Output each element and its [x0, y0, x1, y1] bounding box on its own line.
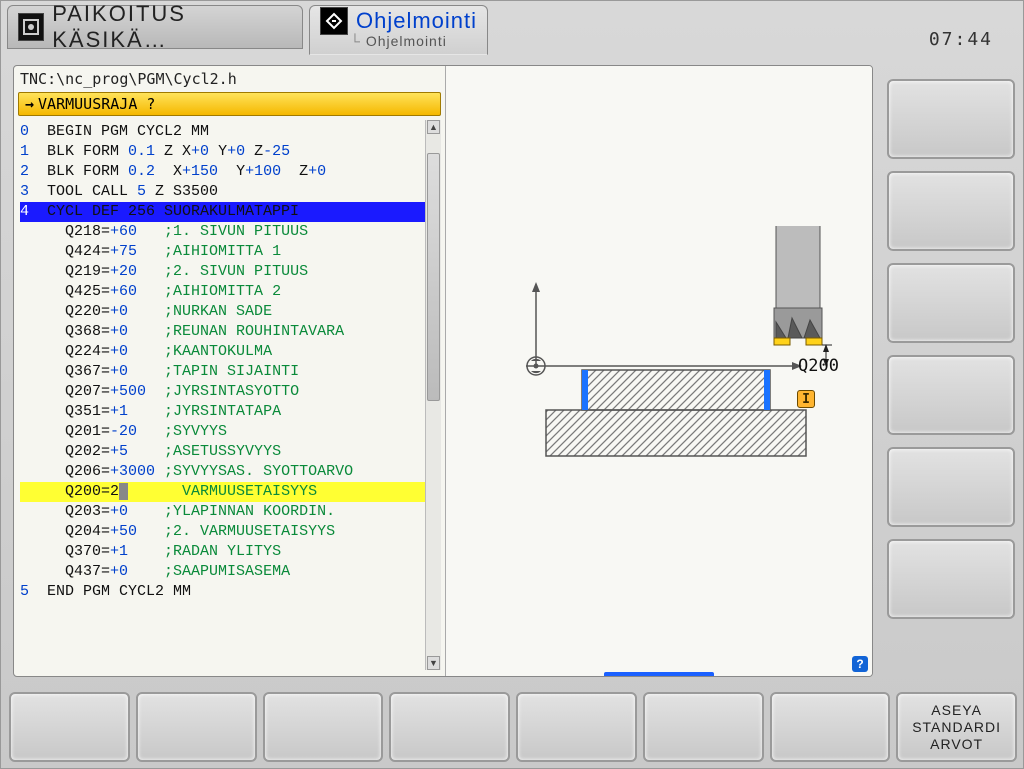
programming-mode-icon — [320, 7, 348, 35]
code-line[interactable]: Q202=+5 ;ASETUSSYVYYS — [20, 442, 439, 462]
cycle-diagram — [476, 226, 856, 526]
code-line[interactable]: Q206=+3000 ;SYVYYSAS. SYOTTOARVO — [20, 462, 439, 482]
code-line[interactable]: Q370=+1 ;RADAN YLITYS — [20, 542, 439, 562]
code-line[interactable]: Q200=2 VARMUUSETAISYYS — [20, 482, 439, 502]
header: PAIKOITUS KÄSIKÄ… Ohjelmointi Ohjelmoint… — [1, 1, 1023, 63]
code-line[interactable]: Q220=+0 ;NURKAN SADE — [20, 302, 439, 322]
side-softkey[interactable] — [887, 79, 1015, 159]
mode-tab-programming[interactable]: Ohjelmointi Ohjelmointi — [309, 5, 488, 55]
side-softkey[interactable] — [887, 539, 1015, 619]
code-line[interactable]: Q437=+0 ;SAAPUMISASEMA — [20, 562, 439, 582]
app-window: PAIKOITUS KÄSIKÄ… Ohjelmointi Ohjelmoint… — [0, 0, 1024, 769]
code-listing[interactable]: 0 BEGIN PGM CYCL2 MM1 BLK FORM 0.1 Z X+0… — [18, 120, 441, 604]
dimension-label: Q200 — [798, 356, 839, 376]
code-line[interactable]: 2 BLK FORM 0.2 X+150 Y+100 Z+0 — [20, 162, 439, 182]
mode-right-title: Ohjelmointi — [356, 8, 477, 34]
bottom-softkey[interactable] — [9, 692, 130, 762]
prompt-arrow-icon: → — [25, 95, 34, 113]
code-line[interactable]: Q351=+1 ;JYRSINTATAPA — [20, 402, 439, 422]
manual-mode-icon — [18, 13, 44, 41]
code-line[interactable]: 4 CYCL DEF 256 SUORAKULMATAPPI — [20, 202, 426, 222]
code-line[interactable]: Q425=+60 ;AIHIOMITTA 2 — [20, 282, 439, 302]
code-line[interactable]: Q201=-20 ;SYVYYS — [20, 422, 439, 442]
progress-indicator — [604, 672, 714, 677]
clock: 07:44 — [929, 29, 993, 50]
mode-left-label: PAIKOITUS KÄSIKÄ… — [52, 1, 292, 53]
bottom-softkeys: ASEYASTANDARDIARVOT — [9, 692, 1017, 762]
help-icon[interactable]: ? — [852, 656, 868, 672]
bottom-softkey[interactable] — [770, 692, 891, 762]
bottom-softkey[interactable]: ASEYASTANDARDIARVOT — [896, 692, 1017, 762]
bottom-softkey[interactable] — [136, 692, 257, 762]
info-badge[interactable]: I — [797, 390, 815, 408]
code-line[interactable]: 1 BLK FORM 0.1 Z X+0 Y+0 Z-25 — [20, 142, 439, 162]
editor-pane: TNC:\nc_prog\PGM\Cycl2.h → VARMUUSRAJA ?… — [14, 66, 446, 676]
code-line[interactable]: Q368=+0 ;REUNAN ROUHINTAVARA — [20, 322, 439, 342]
bottom-softkey[interactable] — [516, 692, 637, 762]
bottom-softkey[interactable] — [643, 692, 764, 762]
scroll-down-icon[interactable]: ▼ — [427, 656, 440, 670]
prompt-bar: → VARMUUSRAJA ? — [18, 92, 441, 116]
code-line[interactable]: 5 END PGM CYCL2 MM — [20, 582, 439, 602]
side-softkey[interactable] — [887, 447, 1015, 527]
side-softkey[interactable] — [887, 171, 1015, 251]
prompt-text: VARMUUSRAJA ? — [38, 95, 155, 113]
code-line[interactable]: Q367=+0 ;TAPIN SIJAINTI — [20, 362, 439, 382]
scroll-up-icon[interactable]: ▲ — [427, 120, 440, 134]
bottom-softkey[interactable] — [263, 692, 384, 762]
mode-tab-manual[interactable]: PAIKOITUS KÄSIKÄ… — [7, 5, 303, 49]
code-line[interactable]: Q204=+50 ;2. VARMUUSETAISYYS — [20, 522, 439, 542]
code-line[interactable]: Q203=+0 ;YLAPINNAN KOORDIN. — [20, 502, 439, 522]
code-line[interactable]: Q219=+20 ;2. SIVUN PITUUS — [20, 262, 439, 282]
scroll-thumb[interactable] — [427, 153, 440, 401]
bottom-softkey[interactable] — [389, 692, 510, 762]
code-line[interactable]: Q224=+0 ;KAANTOKULMA — [20, 342, 439, 362]
side-softkeys — [887, 79, 1015, 619]
side-softkey[interactable] — [887, 263, 1015, 343]
file-path: TNC:\nc_prog\PGM\Cycl2.h — [14, 66, 445, 92]
code-area[interactable]: 0 BEGIN PGM CYCL2 MM1 BLK FORM 0.1 Z X+0… — [18, 120, 441, 670]
breadcrumb: Ohjelmointi — [350, 33, 447, 49]
code-line[interactable]: 0 BEGIN PGM CYCL2 MM — [20, 122, 439, 142]
code-line[interactable]: Q424=+75 ;AIHIOMITTA 1 — [20, 242, 439, 262]
code-line[interactable]: Q207=+500 ;JYRSINTASYOTTO — [20, 382, 439, 402]
code-line[interactable]: 3 TOOL CALL 5 Z S3500 — [20, 182, 439, 202]
side-softkey[interactable] — [887, 355, 1015, 435]
vertical-scrollbar[interactable]: ▲ ▼ — [425, 120, 441, 670]
workspace: TNC:\nc_prog\PGM\Cycl2.h → VARMUUSRAJA ?… — [13, 65, 873, 677]
code-line[interactable]: Q218=+60 ;1. SIVUN PITUUS — [20, 222, 439, 242]
graphic-pane: Q200 I ? — [446, 66, 872, 676]
